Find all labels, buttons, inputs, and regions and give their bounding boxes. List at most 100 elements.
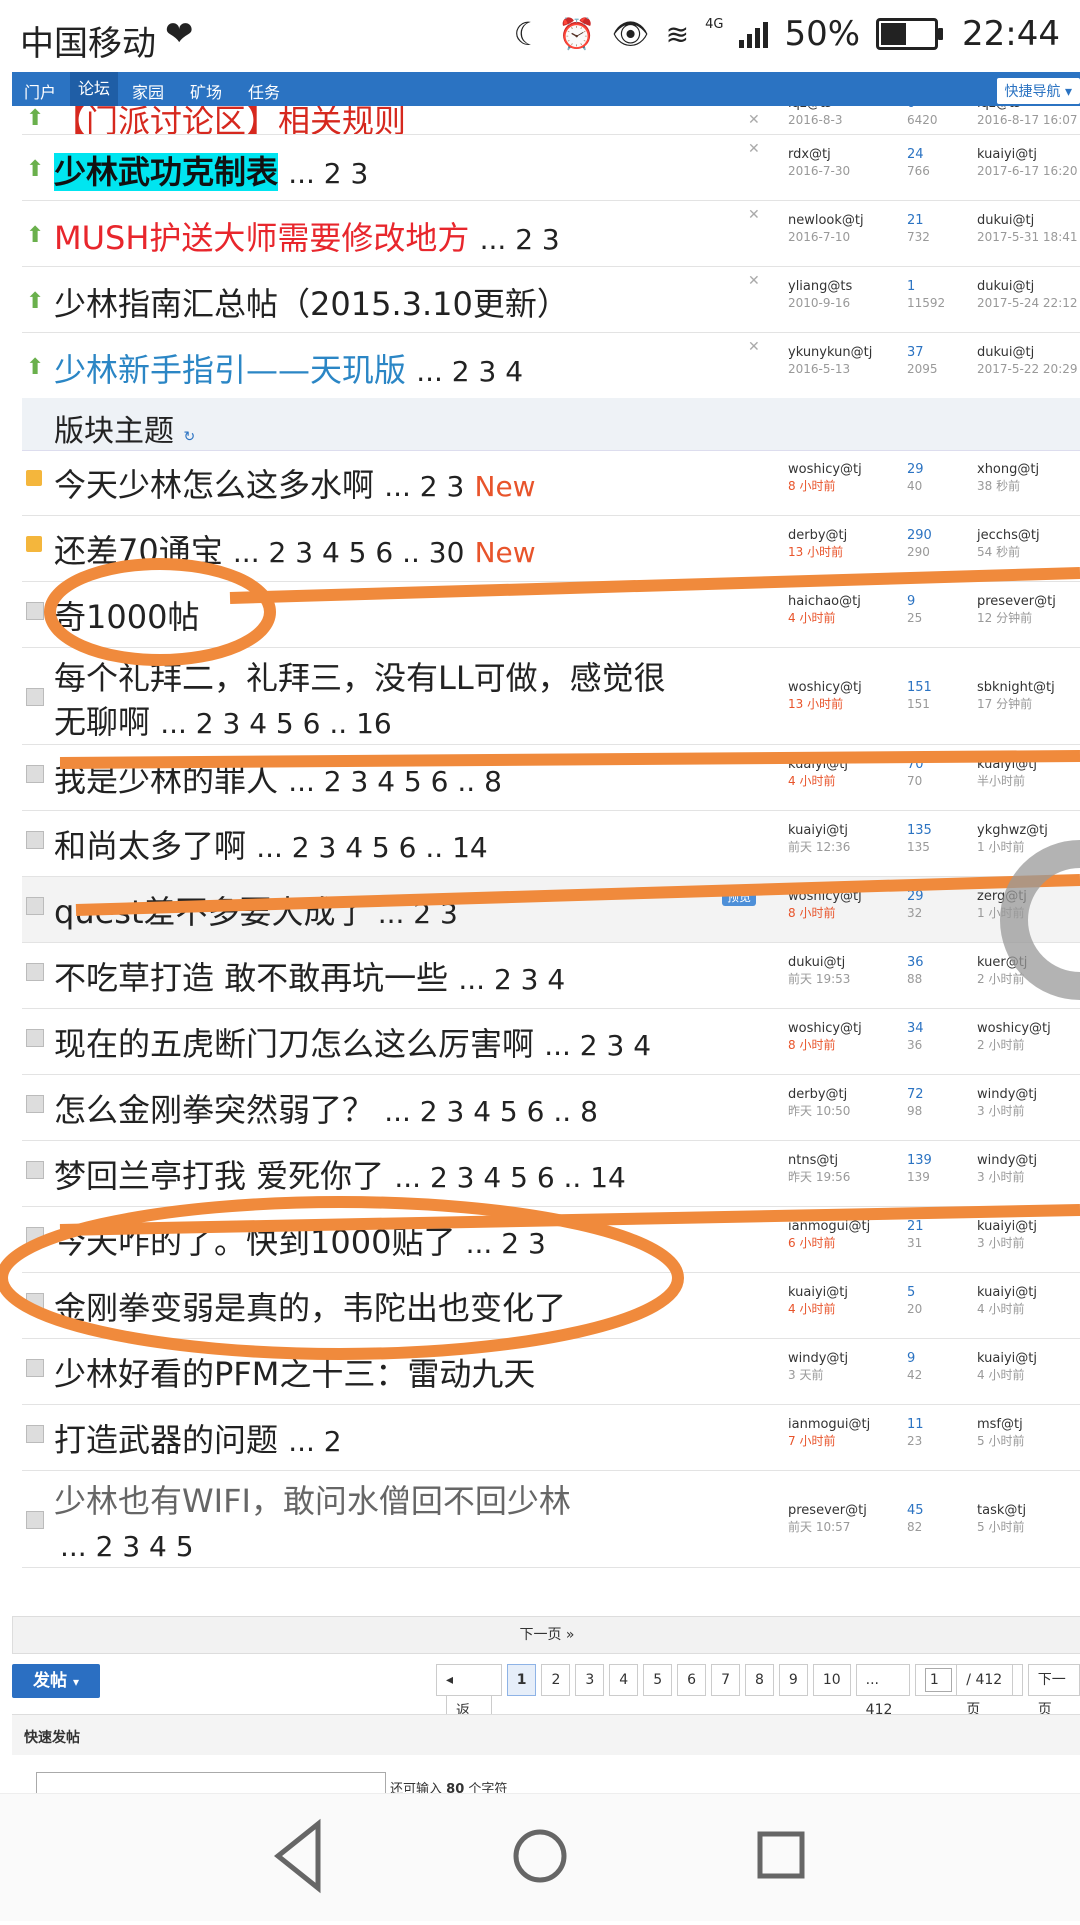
thread-pages[interactable]: ... 2 3 4 5 6 .. 14 — [394, 1161, 626, 1194]
thread-title[interactable]: 金刚拳变弱是真的，韦陀出也变化了 — [54, 1283, 566, 1329]
thread-pages[interactable]: ... 2 3 4 5 — [60, 1530, 194, 1563]
thread-row[interactable]: 现在的五虎断门刀怎么这么厉害啊 ... 2 3 4 woshicy@tj 8 小时前… — [22, 1009, 1080, 1075]
quick-nav-button[interactable]: 快捷导航 ▾ — [996, 78, 1080, 104]
thread-row[interactable]: 今天咋的了。快到1000贴了 ... 2 3 ianmogui@tj 6 小时前 21… — [22, 1207, 1080, 1273]
pager-page-9[interactable]: 9 — [778, 1664, 808, 1696]
home-circle-icon[interactable] — [513, 1829, 567, 1883]
last-post[interactable]: kuaiyi@tj 4 小时前 — [977, 1285, 1037, 1318]
next-page-bar[interactable]: 下一页 » — [12, 1616, 1080, 1654]
author[interactable]: ianmogui@tj 6 小时前 — [788, 1219, 870, 1252]
author[interactable]: presever@tj 前天 10:57 — [788, 1503, 867, 1536]
last-post[interactable]: kuaiyi@tj 4 小时前 — [977, 1351, 1037, 1384]
last-post[interactable]: kuaiyi@tj 2017-6-17 16:20 — [977, 147, 1078, 180]
author[interactable]: lqz@ts2016-8-3 — [788, 106, 842, 129]
close-icon[interactable]: ✕ — [748, 112, 760, 128]
author[interactable]: kuaiyi@tj 前天 12:36 — [788, 823, 850, 856]
pinned-thread-row[interactable]: ⬆ 少林新手指引——天玑版 ... 2 3 4 ✕ ykunykun@tj 2016-5… — [22, 333, 1080, 399]
thread-row[interactable]: 少林也有WIFI，敢问水僧回不回少林... 2 3 4 5 presever@tj… — [22, 1471, 1080, 1568]
author[interactable]: woshicy@tj 8 小时前 — [788, 462, 862, 495]
back-triangle-icon[interactable] — [273, 1818, 321, 1894]
thread-title[interactable]: MUSH护送大师需要修改地方 ... 2 3 — [54, 213, 560, 259]
thread-title[interactable]: 每个礼拜二，礼拜三，没有LL可做，感觉很 无聊啊 ... 2 3 4 5 6 ..… — [54, 656, 666, 746]
author[interactable]: dukui@tj 前天 19:53 — [788, 955, 850, 988]
author[interactable]: newlook@tj 2016-7-10 — [788, 213, 864, 246]
last-post[interactable]: kuaiyi@tj 半小时前 — [977, 757, 1037, 790]
last-post[interactable]: jecchs@tj 54 秒前 — [977, 528, 1040, 561]
thread-pages[interactable]: ... 2 3 4 — [544, 1029, 651, 1062]
author[interactable]: woshicy@tj 13 小时前 — [788, 680, 862, 713]
last-post[interactable]: dukui@tj 2017-5-22 20:29 — [977, 345, 1078, 378]
nav-mine[interactable]: 矿场 — [190, 79, 222, 103]
thread-pages[interactable]: ... 2 3 4 5 6 .. 14 — [256, 831, 488, 864]
last-post[interactable]: windy@tj 3 小时前 — [977, 1153, 1037, 1186]
last-post[interactable]: woshicy@tj 2 小时前 — [977, 1021, 1051, 1054]
thread-title[interactable]: 少林新手指引——天玑版 ... 2 3 4 — [54, 345, 523, 391]
refresh-icon[interactable]: ↻ — [184, 429, 196, 445]
close-icon[interactable]: ✕ — [748, 273, 760, 289]
pager-back[interactable]: ◂ 返回 — [436, 1664, 502, 1749]
pinned-thread-row[interactable]: ⬆ MUSH护送大师需要修改地方 ... 2 3 ✕ newlook@tj 2016-7… — [22, 201, 1080, 267]
last-post[interactable]: xhong@tj 38 秒前 — [977, 462, 1039, 495]
close-icon[interactable]: ✕ — [748, 339, 760, 355]
author[interactable]: ianmogui@tj 7 小时前 — [788, 1417, 870, 1450]
nav-forum[interactable]: 论坛 — [70, 72, 119, 106]
thread-title[interactable]: 奇1000帖 — [54, 592, 199, 638]
thread-pages[interactable]: ... 2 3 — [480, 223, 560, 256]
thread-pages[interactable]: ... 2 — [288, 1425, 341, 1458]
author[interactable]: windy@tj 3 天前 — [788, 1351, 848, 1384]
thread-row[interactable]: 打造武器的问题 ... 2 ianmogui@tj 7 小时前 11 23 msf@tj 5… — [22, 1405, 1080, 1471]
thread-pages[interactable]: ... 2 3 — [288, 157, 368, 190]
author[interactable]: kuaiyi@tj 4 小时前 — [788, 757, 848, 790]
last-post[interactable]: presever@tj 12 分钟前 — [977, 594, 1056, 627]
thread-row[interactable]: 和尚太多了啊 ... 2 3 4 5 6 .. 14 kuaiyi@tj 前天 12… — [22, 811, 1080, 877]
nav-portal[interactable]: 门户 — [24, 79, 56, 103]
last-post[interactable]: ykghwz@tj 1 小时前 — [977, 823, 1048, 856]
thread-row[interactable]: quest差不多要大成了 ... 2 3 预览 woshicy@tj 8 小时前 29 3… — [22, 877, 1080, 943]
thread-title[interactable]: 少林武功克制表 ... 2 3 — [54, 147, 368, 193]
thread-row[interactable]: 我是少林的罪人 ... 2 3 4 5 6 .. 8 kuaiyi@tj 4 小时前… — [22, 745, 1080, 811]
pinned-thread-row[interactable]: ⬆ 少林武功克制表 ... 2 3 ✕ rdx@tj 2016-7-30 24 766 kua… — [22, 135, 1080, 201]
thread-row[interactable]: 少林好看的PFM之十三：雷动九天 windy@tj 3 天前 9 42 kuaiyi@tj… — [22, 1339, 1080, 1405]
thread-pages[interactable]: ... 2 3 — [384, 470, 464, 503]
thread-title[interactable]: 怎么金刚拳突然弱了？ ... 2 3 4 5 6 .. 8 — [54, 1085, 598, 1131]
thread-pages[interactable]: ... 2 3 4 5 6 .. 30 — [233, 536, 465, 569]
last-post[interactable]: dukui@tj 2017-5-24 22:12 — [977, 279, 1078, 312]
thread-title[interactable]: 少林也有WIFI，敢问水僧回不回少林... 2 3 4 5 — [54, 1479, 571, 1569]
author[interactable]: kuaiyi@tj 4 小时前 — [788, 1285, 848, 1318]
thread-title[interactable]: 我是少林的罪人 ... 2 3 4 5 6 .. 8 — [54, 755, 502, 801]
preview-badge[interactable]: 预览 — [722, 887, 757, 906]
pager-next[interactable]: 下一页 — [1027, 1664, 1080, 1718]
thread-pages[interactable]: ... 2 3 4 — [458, 963, 565, 996]
last-post[interactable]: msf@tj 5 小时前 — [977, 1417, 1024, 1450]
author[interactable]: yliang@ts 2010-9-16 — [788, 279, 852, 312]
pinned-thread-row[interactable]: ⬆ 少林指南汇总帖（2015.3.10更新） ✕ yliang@ts 2010-9-16… — [22, 267, 1080, 333]
author[interactable]: rdx@tj 2016-7-30 — [788, 147, 850, 180]
close-icon[interactable]: ✕ — [748, 207, 760, 223]
thread-pages[interactable]: ... 2 3 4 5 6 .. 8 — [384, 1095, 598, 1128]
thread-pages[interactable]: ... 2 3 — [466, 1227, 546, 1260]
author[interactable]: ntns@tj 昨天 19:56 — [788, 1153, 850, 1186]
nav-home[interactable]: 家园 — [132, 79, 164, 103]
thread-row[interactable]: 金刚拳变弱是真的，韦陀出也变化了 kuaiyi@tj 4 小时前 5 20 kuaiyi@… — [22, 1273, 1080, 1339]
last-post[interactable]: sbknight@tj 17 分钟前 — [977, 680, 1055, 713]
last-post[interactable]: task@tj 5 小时前 — [977, 1503, 1026, 1536]
thread-title[interactable]: 现在的五虎断门刀怎么这么厉害啊 ... 2 3 4 — [54, 1019, 651, 1065]
thread-row[interactable]: 梦回兰亭打我 爱死你了 ... 2 3 4 5 6 .. 14 ntns@tj 昨天… — [22, 1141, 1080, 1207]
pager-page-2[interactable]: 2 — [541, 1664, 571, 1696]
thread-title[interactable]: 打造武器的问题 ... 2 — [54, 1415, 342, 1461]
last-post[interactable]: windy@tj 3 小时前 — [977, 1087, 1037, 1120]
recents-square-icon[interactable] — [757, 1831, 805, 1879]
author[interactable]: woshicy@tj 8 小时前 — [788, 1021, 862, 1054]
close-icon[interactable]: ✕ — [748, 141, 760, 157]
last-post[interactable]: kuer@tj 2 小时前 — [977, 955, 1027, 988]
page-input[interactable]: 1 — [924, 1668, 953, 1692]
pager-page-8[interactable]: 8 — [744, 1664, 774, 1696]
nav-tasks[interactable]: 任务 — [248, 79, 280, 103]
pager-page-10[interactable]: 10 — [812, 1664, 851, 1696]
thread-pages[interactable]: ... 2 3 4 — [416, 355, 523, 388]
pager-page-3[interactable]: 3 — [575, 1664, 605, 1696]
thread-title[interactable]: 【门派讨论区】相关规则 — [54, 106, 406, 134]
thread-row[interactable]: 还差70通宝 ... 2 3 4 5 6 .. 30 New derby@tj 13… — [22, 516, 1080, 582]
author[interactable]: haichao@tj 4 小时前 — [788, 594, 861, 627]
author[interactable]: ykunykun@tj 2016-5-13 — [788, 345, 872, 378]
